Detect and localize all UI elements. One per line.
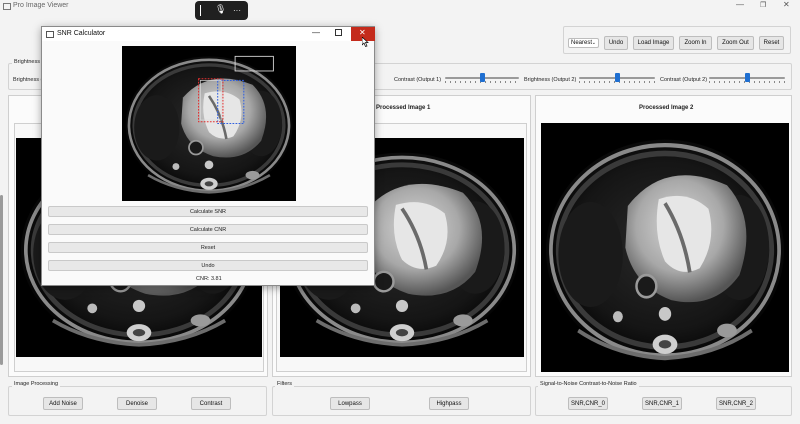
dialog-minimize-icon[interactable]: — xyxy=(312,28,320,37)
processed-image-1-title: Processed Image 1 xyxy=(376,105,431,111)
snr-calculator-dialog: SNR Calculator — ✕ Calculate SNR Calcula… xyxy=(41,26,375,286)
dialog-close-icon: ✕ xyxy=(359,28,366,37)
add-noise-button[interactable]: Add Noise xyxy=(43,397,83,410)
snr-cnr-2-button[interactable]: SNR,CNR_2 xyxy=(716,397,756,410)
maximize-icon[interactable]: ❐ xyxy=(760,1,766,9)
brightness-output2-slider[interactable] xyxy=(579,73,655,83)
calculate-cnr-button[interactable]: Calculate CNR xyxy=(48,224,368,235)
dialog-reset-button[interactable]: Reset xyxy=(48,242,368,253)
dialog-title: SNR Calculator xyxy=(57,30,106,37)
brightness-output2-thumb[interactable] xyxy=(614,73,620,82)
zoom-out-button[interactable]: Zoom Out xyxy=(717,36,754,50)
contrast-output1-thumb[interactable] xyxy=(479,73,485,82)
reset-button[interactable]: Reset xyxy=(759,36,784,50)
lowpass-button[interactable]: Lowpass xyxy=(330,397,370,410)
processed-image-2[interactable] xyxy=(541,123,789,372)
processed-image-2-panel: Processed Image 2 xyxy=(535,95,792,377)
undo-button[interactable]: Undo xyxy=(604,36,628,50)
dialog-result-text: CNR: 3.81 xyxy=(196,276,222,282)
minimize-icon[interactable]: — xyxy=(736,0,744,9)
contrast-output1-label: Contrast (Output 1) xyxy=(394,77,442,83)
dialog-app-icon xyxy=(46,31,54,38)
window-title: Pro Image Viewer xyxy=(13,2,69,9)
interpolation-select[interactable]: Nearest ⌄ xyxy=(568,38,599,48)
contrast-button[interactable]: Contrast xyxy=(191,397,231,410)
main-titlebar: Pro Image Viewer — ❐ ✕ xyxy=(0,0,800,12)
zoom-in-button[interactable]: Zoom In xyxy=(679,36,712,50)
vertical-scrollbar[interactable] xyxy=(0,195,3,365)
brightness-input-label: Brightness ( xyxy=(13,77,43,83)
interpolation-value: Nearest xyxy=(571,40,593,46)
dialog-undo-button[interactable]: Undo xyxy=(48,260,368,271)
snr-label: Signal-to-Noise Contrast-to-Noise Ratio xyxy=(538,381,639,387)
processed-image-2-title: Processed Image 2 xyxy=(639,105,694,111)
filters-label: Filters xyxy=(275,381,294,387)
dialog-maximize-icon[interactable] xyxy=(335,29,342,36)
denoise-button[interactable]: Denoise xyxy=(117,397,157,410)
snr-cnr-1-button[interactable]: SNR,CNR_1 xyxy=(642,397,682,410)
more-icon[interactable]: ··· xyxy=(233,6,241,15)
calculate-snr-button[interactable]: Calculate SNR xyxy=(48,206,368,217)
dialog-titlebar: SNR Calculator — ✕ xyxy=(42,27,375,41)
highpass-button[interactable]: Highpass xyxy=(429,397,469,410)
contrast-output2-slider[interactable] xyxy=(709,73,785,83)
text-cursor-icon[interactable] xyxy=(200,5,201,16)
brightness-output2-label: Brightness (Output 2) xyxy=(524,77,577,83)
load-image-button[interactable]: Load Image xyxy=(633,36,674,50)
app-icon xyxy=(3,3,11,10)
image-processing-label: Image Processing xyxy=(12,381,61,387)
mouse-pointer-icon xyxy=(362,37,369,47)
microphone-icon[interactable]: 🎙 xyxy=(215,4,226,15)
dialog-image[interactable] xyxy=(122,46,296,201)
contrast-output2-thumb[interactable] xyxy=(744,73,750,82)
filters-group xyxy=(272,386,531,416)
chevron-down-icon: ⌄ xyxy=(591,40,596,46)
floating-toolbar: 🎙 ··· xyxy=(195,1,248,20)
close-icon[interactable]: ✕ xyxy=(783,0,790,9)
contrast-output1-slider[interactable] xyxy=(445,73,519,83)
snr-cnr-0-button[interactable]: SNR,CNR_0 xyxy=(568,397,608,410)
contrast-output2-label: Contrast (Output 2) xyxy=(660,77,708,83)
